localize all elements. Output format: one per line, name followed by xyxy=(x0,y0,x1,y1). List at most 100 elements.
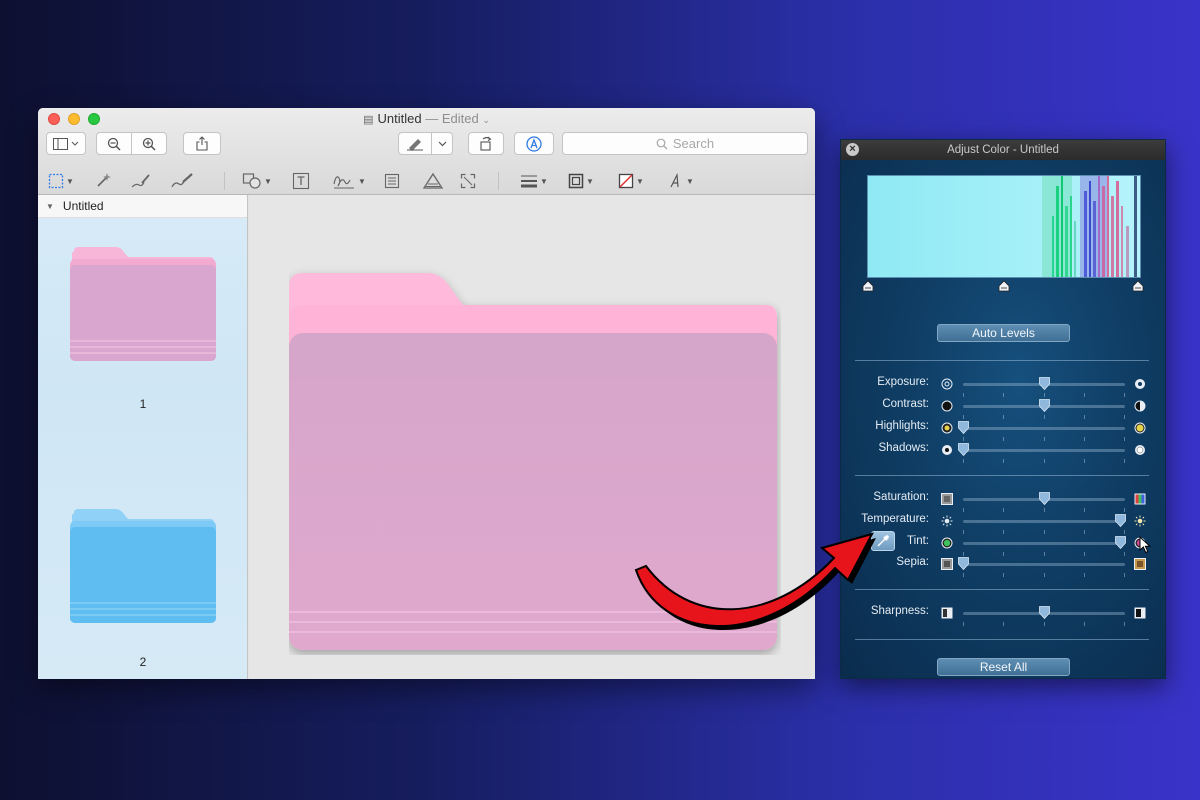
exposure-slider-row: Exposure: xyxy=(841,375,1167,397)
slider-knob[interactable] xyxy=(1038,399,1050,412)
slider-knob[interactable] xyxy=(957,421,969,434)
shapes-tool[interactable]: ▼ xyxy=(242,169,272,193)
pink-folder-icon xyxy=(70,247,216,361)
tint-slider-track[interactable] xyxy=(963,542,1125,545)
slider-label: Contrast: xyxy=(882,398,929,410)
shadows-low-icon xyxy=(942,445,952,455)
fill-color-tool[interactable]: ▼ xyxy=(618,169,644,193)
saturation-slider-row: Saturation: xyxy=(841,490,1167,512)
sidebar-view-button[interactable] xyxy=(46,132,86,155)
window-title[interactable]: ▤ Untitled — Edited ⌄ xyxy=(38,111,815,126)
slider-knob[interactable] xyxy=(1038,606,1050,619)
sharpness-high-icon xyxy=(1134,607,1146,619)
auto-levels-button[interactable]: Auto Levels xyxy=(937,324,1070,342)
mouse-pointer-icon xyxy=(1139,536,1151,554)
black-point-handle[interactable] xyxy=(862,280,874,292)
font-style-icon xyxy=(670,173,679,188)
border-color-tool[interactable]: ▼ xyxy=(568,169,594,193)
sign-tool[interactable]: ▼ xyxy=(332,169,366,193)
markup-icon xyxy=(526,135,542,152)
shape-style-tool[interactable]: ▼ xyxy=(520,169,548,193)
zoom-out-button[interactable] xyxy=(96,132,132,155)
rectangular-selection-icon xyxy=(48,173,64,189)
slider-label: Temperature: xyxy=(861,513,929,525)
sepia-slider-track[interactable] xyxy=(963,563,1125,566)
signature-icon xyxy=(333,176,354,189)
instant-alpha-tool[interactable] xyxy=(94,169,112,193)
sidebar-document-name: Untitled xyxy=(62,199,104,213)
tint-slider-row: Tint: xyxy=(841,534,1167,556)
toolbar-divider xyxy=(498,172,499,190)
sun-warm-icon xyxy=(1134,515,1146,527)
white-point-handle[interactable] xyxy=(1132,280,1144,292)
highlights-low-icon xyxy=(941,422,953,434)
disclosure-triangle-icon: ▼ xyxy=(46,201,54,211)
window-titlebar: ▤ Untitled — Edited ⌄ Search ▼ ▼ ▼ ▼ ▼ ▼… xyxy=(38,108,815,195)
saturation-high-icon xyxy=(1134,493,1146,505)
search-field[interactable]: Search xyxy=(562,132,808,155)
chevron-down-icon: ▼ xyxy=(540,176,548,186)
sketch-tool[interactable] xyxy=(130,169,152,193)
markup-toolbar-button[interactable] xyxy=(514,132,554,155)
slider-knob[interactable] xyxy=(1114,514,1126,527)
chevron-down-icon: ▼ xyxy=(358,176,366,186)
highlight-menu-button[interactable] xyxy=(431,132,453,155)
close-panel-button[interactable]: × xyxy=(846,143,859,156)
slider-knob[interactable] xyxy=(1114,536,1126,549)
sepia-slider-row: Sepia: xyxy=(841,555,1167,577)
panel-divider xyxy=(855,639,1149,640)
document-icon: ▤ xyxy=(363,114,374,126)
shapes-icon xyxy=(242,173,261,189)
slider-knob[interactable] xyxy=(957,443,969,456)
temperature-slider-track[interactable] xyxy=(963,520,1125,523)
share-button[interactable] xyxy=(183,132,221,155)
slider-label: Highlights: xyxy=(875,420,929,432)
border-color-icon xyxy=(568,173,584,189)
shadows-slider-track[interactable] xyxy=(963,449,1125,452)
highlights-slider-track[interactable] xyxy=(963,427,1125,430)
sidebar-header[interactable]: ▼ Untitled xyxy=(38,195,247,218)
sepia-low-icon xyxy=(941,558,953,570)
rotate-icon xyxy=(480,136,492,151)
panel-titlebar: × Adjust Color - Untitled xyxy=(841,140,1165,160)
adjust-color-tool[interactable] xyxy=(422,169,444,193)
note-icon xyxy=(384,173,400,189)
slider-knob[interactable] xyxy=(1038,377,1050,390)
page-thumbnail-1[interactable] xyxy=(70,245,216,368)
slider-label: Exposure: xyxy=(877,376,929,388)
text-tool[interactable] xyxy=(292,169,310,193)
chevron-down-icon: ▼ xyxy=(636,176,644,186)
selection-tool[interactable]: ▼ xyxy=(48,169,74,193)
draw-tool[interactable] xyxy=(170,169,196,193)
histogram xyxy=(867,175,1141,278)
aperture-small-icon xyxy=(941,378,953,390)
rotate-button[interactable] xyxy=(468,132,504,155)
preview-window: ▤ Untitled — Edited ⌄ Search ▼ ▼ ▼ ▼ ▼ ▼… xyxy=(38,108,815,679)
adjust-size-tool[interactable] xyxy=(460,169,476,193)
line-style-icon xyxy=(521,175,537,188)
resize-icon xyxy=(460,173,476,189)
page-thumbnail-2[interactable] xyxy=(70,507,216,630)
midtone-handle[interactable] xyxy=(998,280,1010,292)
blue-folder-icon xyxy=(70,509,216,623)
slider-ticks xyxy=(963,573,1125,577)
document-canvas[interactable] xyxy=(249,195,815,679)
aperture-large-icon xyxy=(1135,379,1145,389)
sharpness-low-icon xyxy=(941,607,953,619)
highlights-high-icon xyxy=(1134,422,1146,434)
histogram-graph xyxy=(1042,176,1137,277)
highlight-button[interactable] xyxy=(398,132,432,155)
note-tool[interactable] xyxy=(384,169,400,193)
slider-knob[interactable] xyxy=(1038,492,1050,505)
page-number-label: 1 xyxy=(139,397,147,411)
reset-all-button[interactable]: Reset All xyxy=(937,658,1070,676)
tint-green-icon xyxy=(941,537,953,549)
brush-icon xyxy=(171,173,193,188)
magic-wand-icon xyxy=(97,173,111,187)
zoom-in-button[interactable] xyxy=(131,132,167,155)
slider-knob[interactable] xyxy=(957,557,969,570)
chevron-down-icon xyxy=(438,141,446,146)
toolbar-divider xyxy=(224,172,225,190)
highlighter-icon xyxy=(407,138,423,151)
text-style-tool[interactable]: ▼ xyxy=(668,169,694,193)
